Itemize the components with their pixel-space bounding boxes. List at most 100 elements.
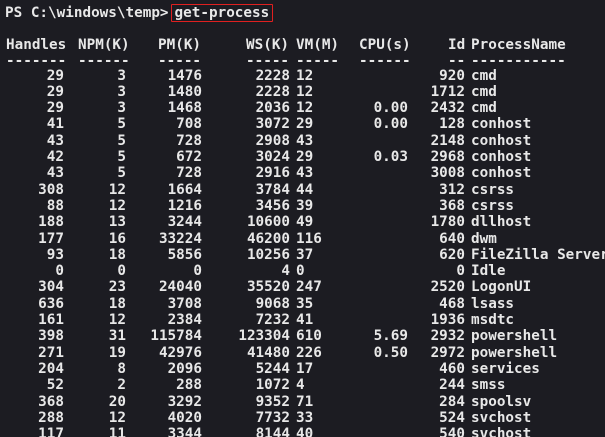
cell-name: LogonUI — [471, 279, 532, 296]
cell-id: 128 — [439, 116, 465, 133]
cell-id: 1712 — [430, 83, 465, 100]
cell-ws: 3072 — [255, 116, 290, 133]
header-npm: NPM(K) — [78, 37, 130, 53]
cell-npm: 2 — [117, 377, 126, 394]
cell-ws: 7732 — [255, 409, 290, 426]
cell-ws: 2228 — [255, 83, 290, 100]
table-row: 29 3 1480 2228 12 1712 cmd — [0, 84, 605, 100]
cell-pm: 1468 — [167, 100, 202, 117]
table-row: 41 5 708 3072 29 0.00 128 conhost — [0, 116, 605, 132]
table-row: 177 16 33224 46200 116 640 dwm — [0, 231, 605, 247]
cell-name: spoolsv — [471, 393, 532, 410]
cell-name: smss — [471, 377, 506, 394]
cell-handles: 636 — [38, 295, 64, 312]
command-text: get-process — [174, 5, 270, 21]
table-row: 398 31 115784 123304 610 5.69 2932 powershell — [0, 328, 605, 344]
cell-ws: 2036 — [255, 100, 290, 117]
table-row: 304 23 24040 35520 247 2520 LogonUI — [0, 279, 605, 295]
cell-vm: 39 — [296, 197, 314, 214]
cell-cpu: 0.00 — [373, 100, 408, 117]
cell-name: csrss — [471, 181, 515, 198]
cell-id: 460 — [439, 360, 465, 377]
cell-npm: 19 — [108, 344, 126, 361]
cell-id: 620 — [439, 246, 465, 263]
cell-vm: 29 — [296, 149, 314, 165]
cell-pm: 728 — [176, 132, 202, 149]
cell-handles: 41 — [46, 116, 64, 133]
cell-handles: 29 — [46, 67, 64, 84]
cell-name: conhost — [471, 116, 532, 133]
cell-handles: 88 — [46, 197, 64, 214]
cell-vm: 247 — [296, 279, 322, 296]
cell-ws: 2916 — [255, 165, 290, 182]
cell-id: 2520 — [430, 279, 465, 296]
cell-vm: 49 — [296, 214, 314, 231]
cell-vm: 610 — [296, 328, 322, 345]
cell-npm: 12 — [108, 181, 126, 198]
cell-handles: 304 — [38, 279, 64, 296]
table-row: 188 13 3244 10600 49 1780 dllhost — [0, 214, 605, 230]
cell-id: 0 — [456, 263, 465, 280]
header-cpu: CPU(s) — [359, 37, 411, 53]
cell-npm: 12 — [108, 197, 126, 214]
cell-name: csrss — [471, 197, 515, 214]
cell-pm: 2096 — [167, 360, 202, 377]
cell-cpu: 5.69 — [373, 328, 408, 345]
table-row: 88 12 1216 3456 39 368 csrss — [0, 198, 605, 214]
cell-pm: 2384 — [167, 312, 202, 328]
cell-name: conhost — [471, 149, 532, 165]
cell-npm: 5 — [117, 132, 126, 149]
cell-handles: 0 — [55, 263, 64, 280]
header-id: Id — [448, 37, 466, 53]
cell-vm: 12 — [296, 83, 314, 100]
cell-ws: 3024 — [255, 149, 290, 165]
cell-handles: 93 — [46, 246, 64, 263]
cell-npm: 0 — [117, 263, 126, 280]
cell-ws: 5244 — [255, 360, 290, 377]
table-row: 308 12 1664 3784 44 312 csrss — [0, 182, 605, 198]
cell-npm: 16 — [108, 230, 126, 247]
cell-ws: 4 — [281, 263, 290, 280]
cell-cpu: 0.03 — [373, 149, 408, 165]
cell-vm: 226 — [296, 344, 322, 361]
cell-ws: 8144 — [255, 426, 290, 437]
cell-pm: 3708 — [167, 295, 202, 312]
table-row: 636 18 3708 9068 35 468 lsass — [0, 296, 605, 312]
cell-vm: 33 — [296, 409, 314, 426]
cell-pm: 1216 — [167, 197, 202, 214]
cell-pm: 288 — [176, 377, 202, 394]
cell-pm: 1480 — [167, 83, 202, 100]
header-name: ProcessName — [471, 37, 566, 53]
cell-npm: 23 — [108, 279, 126, 296]
table-row: 43 5 728 2916 43 3008 conhost — [0, 165, 605, 181]
cell-pm: 1476 — [167, 67, 202, 84]
cell-handles: 43 — [46, 165, 64, 182]
header-vm: VM(M) — [296, 37, 340, 53]
cell-pm: 1664 — [167, 181, 202, 198]
cell-id: 468 — [439, 295, 465, 312]
prompt-line: PS C:\windows\temp> get-process — [5, 4, 274, 22]
table-row: 0 0 0 4 0 0 Idle — [0, 263, 605, 279]
cell-vm: 40 — [296, 426, 314, 437]
cell-vm: 44 — [296, 181, 314, 198]
cell-name: svchost — [471, 426, 532, 437]
cell-handles: 368 — [38, 393, 64, 410]
terminal-window[interactable]: PS C:\windows\temp> get-process Handles N… — [0, 0, 605, 437]
cell-npm: 20 — [108, 393, 126, 410]
cell-vm: 4 — [296, 377, 305, 394]
cell-id: 1780 — [430, 214, 465, 231]
cell-vm: 29 — [296, 116, 314, 133]
cell-name: dllhost — [471, 214, 532, 231]
cell-handles: 42 — [46, 149, 64, 165]
cell-name: cmd — [471, 83, 497, 100]
cell-cpu: 0.00 — [373, 116, 408, 133]
header-ws: WS(K) — [246, 37, 290, 53]
cell-id: 2972 — [430, 344, 465, 361]
cell-handles: 308 — [38, 181, 64, 198]
cell-handles: 117 — [38, 426, 64, 437]
cell-ws: 7232 — [255, 312, 290, 328]
cell-ws: 1072 — [255, 377, 290, 394]
cell-name: conhost — [471, 132, 532, 149]
table-row: 29 3 1476 2228 12 920 cmd — [0, 68, 605, 84]
cell-pm: 42976 — [158, 344, 202, 361]
